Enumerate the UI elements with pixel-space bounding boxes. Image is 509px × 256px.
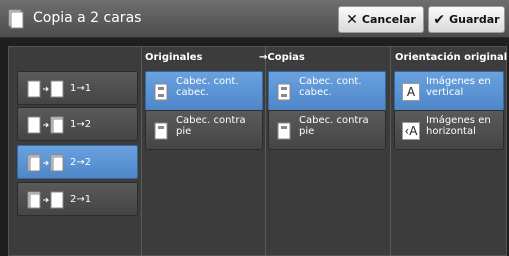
copies-head-to-foot-button[interactable]: Cabec. contra pie: [268, 110, 386, 150]
orientation-vertical-button[interactable]: A Imágenes en vertical: [394, 71, 504, 111]
column-divider: [390, 46, 391, 256]
head-to-foot-icon: [277, 122, 291, 140]
orientation-horizontal-button[interactable]: ‹A Imágenes en horizontal: [394, 110, 504, 150]
mode-1-2-button[interactable]: 1→2: [17, 107, 138, 141]
head-to-foot-icon: [154, 122, 168, 140]
portrait-a-icon: A: [402, 83, 420, 101]
head-to-head-icon: [154, 83, 168, 101]
mode-2-1-button[interactable]: 2→1: [17, 182, 138, 216]
title-bar: Copia a 2 caras ✕ Cancelar ✔ Guardar: [0, 0, 509, 38]
mode-2-2-button[interactable]: 2→2: [17, 145, 138, 179]
save-button[interactable]: ✔ Guardar: [428, 6, 505, 33]
originals-heading: Originales: [145, 52, 203, 63]
page-title: Copia a 2 caras: [33, 10, 142, 26]
landscape-a-icon: ‹A: [402, 122, 420, 140]
duplex-copy-icon: [8, 9, 24, 29]
column-divider: [265, 46, 266, 256]
copies-head-to-head-button[interactable]: Cabec. cont. cabec.: [268, 71, 386, 111]
copies-heading: →Copias: [259, 52, 305, 63]
originals-head-to-head-button[interactable]: Cabec. cont. cabec.: [145, 71, 263, 111]
head-to-head-icon: [277, 83, 291, 101]
mode-1-1-button[interactable]: 1→1: [17, 71, 138, 105]
close-icon: ✕: [346, 11, 358, 28]
originals-head-to-foot-button[interactable]: Cabec. contra pie: [145, 110, 263, 150]
checkmark-icon: ✔: [433, 11, 446, 28]
orientation-heading: Orientación original: [395, 52, 508, 63]
column-divider: [141, 46, 142, 256]
cancel-button[interactable]: ✕ Cancelar: [338, 6, 424, 33]
